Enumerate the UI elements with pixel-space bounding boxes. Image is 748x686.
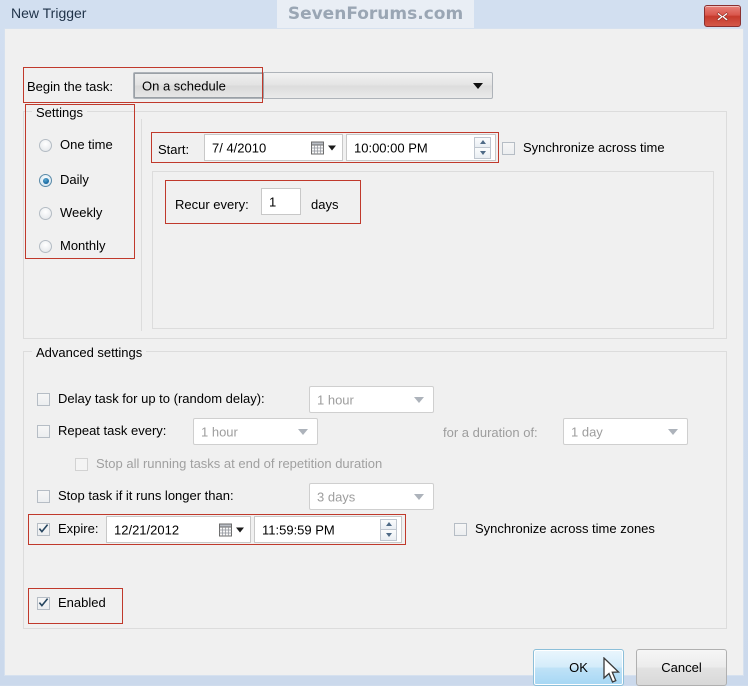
checkbox-box xyxy=(37,393,50,406)
expire-label: Expire: xyxy=(58,521,99,536)
ok-button-label: OK xyxy=(569,660,588,675)
ok-button[interactable]: OK xyxy=(533,649,624,686)
expire-time-value: 11:59:59 PM xyxy=(262,522,335,537)
close-button[interactable] xyxy=(704,5,741,27)
start-time-stepper[interactable] xyxy=(474,136,491,159)
stop-longer-label: Stop task if it runs longer than: xyxy=(58,488,234,503)
advanced-settings-label: Advanced settings xyxy=(32,345,147,360)
check-icon xyxy=(38,524,49,533)
new-trigger-dialog: New Trigger SevenForums.com Begin the ta… xyxy=(0,0,748,686)
stepper-down[interactable] xyxy=(380,529,397,541)
radio-ring xyxy=(39,207,52,220)
radio-weekly-label: Weekly xyxy=(60,205,103,220)
duration-combobox[interactable]: 1 day xyxy=(563,418,688,445)
start-time-value: 10:00:00 PM xyxy=(354,140,428,155)
expire-sync-label: Synchronize across time zones xyxy=(475,521,655,536)
chevron-down-icon xyxy=(298,428,308,435)
start-label: Start: xyxy=(158,142,190,157)
repeat-task-value: 1 hour xyxy=(201,424,238,439)
settings-divider xyxy=(141,119,142,331)
checkbox-box xyxy=(502,142,515,155)
calendar-icon xyxy=(219,523,232,536)
dialog-client-area: Begin the task: On a schedule Settings O… xyxy=(4,28,744,686)
expire-date-input[interactable]: 12/21/2012 xyxy=(106,516,251,543)
stop-repetition-label: Stop all running tasks at end of repetit… xyxy=(96,456,383,471)
radio-ring xyxy=(39,240,52,253)
duration-label: for a duration of: xyxy=(443,425,538,440)
start-date-input[interactable]: 7/ 4/2010 xyxy=(204,134,343,161)
delay-task-value: 1 hour xyxy=(317,392,354,407)
chevron-down-icon[interactable] xyxy=(328,145,336,150)
checkbox-box xyxy=(454,523,467,536)
radio-monthly-label: Monthly xyxy=(60,238,106,253)
repeat-task-label: Repeat task every: xyxy=(58,423,167,438)
calendar-icon xyxy=(311,141,324,154)
begin-task-label: Begin the task: xyxy=(27,79,113,94)
expire-date-value: 12/21/2012 xyxy=(114,522,180,537)
enabled-label: Enabled xyxy=(58,595,106,610)
begin-task-value: On a schedule xyxy=(142,78,226,93)
stepper-down[interactable] xyxy=(474,147,491,159)
stepper-up[interactable] xyxy=(380,518,397,529)
sync-across-time-label: Synchronize across time xyxy=(523,140,665,155)
watermark: SevenForums.com xyxy=(277,0,474,28)
chevron-down-icon xyxy=(473,82,483,89)
recur-every-label: Recur every: xyxy=(175,197,249,212)
delay-task-combobox[interactable]: 1 hour xyxy=(309,386,434,413)
stepper-up[interactable] xyxy=(474,136,491,147)
recur-every-value: 1 xyxy=(269,194,277,209)
checkbox-box xyxy=(37,490,50,503)
radio-dot xyxy=(42,177,49,184)
check-icon xyxy=(38,598,49,607)
delay-task-label: Delay task for up to (random delay): xyxy=(58,391,265,406)
radio-ring xyxy=(39,139,52,152)
recur-unit-label: days xyxy=(311,197,339,212)
chevron-down-icon[interactable] xyxy=(236,527,244,532)
stop-longer-value: 3 days xyxy=(317,489,356,504)
chevron-down-icon xyxy=(668,428,678,435)
close-icon xyxy=(716,11,729,21)
chevron-down-icon xyxy=(414,396,424,403)
checkbox-box xyxy=(37,425,50,438)
radio-daily-label: Daily xyxy=(60,172,89,187)
cancel-button-label: Cancel xyxy=(661,660,702,675)
watermark-text: SevenForums.com xyxy=(287,4,464,24)
recur-every-input[interactable]: 1 xyxy=(261,188,301,215)
recurrence-panel xyxy=(152,171,714,329)
stop-longer-combobox[interactable]: 3 days xyxy=(309,483,434,510)
duration-value: 1 day xyxy=(571,424,603,439)
chevron-down-icon xyxy=(414,493,424,500)
begin-task-combobox[interactable]: On a schedule xyxy=(133,72,493,99)
expire-time-input[interactable]: 11:59:59 PM xyxy=(254,516,402,543)
repeat-task-combobox[interactable]: 1 hour xyxy=(193,418,318,445)
expire-time-stepper[interactable] xyxy=(380,518,397,541)
settings-group-label: Settings xyxy=(32,105,87,120)
checkbox-box xyxy=(75,458,88,471)
window-title: New Trigger xyxy=(11,5,87,21)
radio-one-time-label: One time xyxy=(60,137,113,152)
title-bar: New Trigger SevenForums.com xyxy=(0,0,748,29)
start-date-value: 7/ 4/2010 xyxy=(212,140,267,155)
cancel-button[interactable]: Cancel xyxy=(636,649,727,686)
start-time-input[interactable]: 10:00:00 PM xyxy=(346,134,496,161)
